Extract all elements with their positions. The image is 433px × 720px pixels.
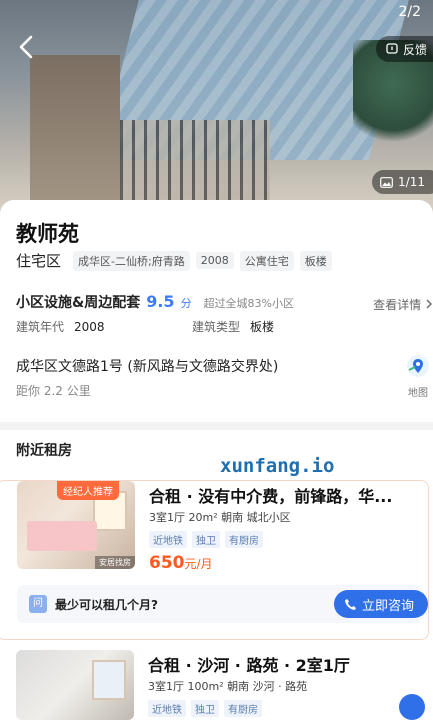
community-address: 成华区文德路1号 (新风路与文德路交界处): [16, 359, 279, 375]
listing-tag: 独卫: [191, 700, 219, 717]
photo-pillar: [30, 55, 120, 215]
page-title: 教师苑: [16, 222, 79, 246]
community-type: 住宅区: [16, 252, 62, 270]
community-tag: 板楼: [299, 250, 332, 271]
build-year-value: 2008: [74, 320, 105, 334]
listing-card[interactable]: 经纪人推荐 安居找房 合租 · 没有中介费，前锋路，华... 3室1厅 20m²…: [0, 480, 429, 640]
consult-label: 立即咨询: [361, 598, 414, 614]
community-tag: 公寓住宅: [239, 250, 294, 271]
section-divider: [0, 422, 433, 430]
chevron-left-icon: [19, 35, 33, 59]
listing-title[interactable]: 合租 · 没有中介费，前锋路，华...: [149, 483, 429, 507]
listing-specs: 3室1厅 20m² 朝南 城北小区: [149, 511, 291, 524]
map-label: 地图: [408, 388, 428, 399]
back-button[interactable]: [12, 32, 42, 62]
listing-tag: 有厨房: [225, 531, 263, 548]
view-details-label: 查看详情: [373, 298, 422, 312]
build-type-label: 建筑类型: [192, 320, 241, 334]
listing-tag: 独卫: [192, 531, 220, 548]
listing-tags: 近地铁 独卫 有厨房: [149, 531, 263, 548]
facility-score-unit: 分: [180, 297, 192, 310]
community-meta: 住宅区 成华区-二仙桥;府青路 2008 公寓住宅 板楼: [16, 250, 332, 271]
map-pin-icon: [407, 355, 429, 377]
facility-label: 小区设施&周边配套: [16, 295, 141, 311]
photo-count-label: 1/11: [398, 175, 425, 189]
listing-tag: 近地铁: [148, 700, 186, 717]
view-details-link[interactable]: 查看详情: [373, 296, 433, 313]
image-icon: [380, 176, 393, 188]
listing-title[interactable]: 合租 · 沙河 · 路苑 · 2室1厅: [148, 652, 428, 676]
photo-gallery-button[interactable]: 1/11: [372, 170, 433, 194]
build-type-value: 板楼: [250, 320, 275, 334]
community-tag: 成华区-二仙桥;府青路: [73, 250, 190, 271]
map-button[interactable]: 地图: [403, 354, 433, 399]
feedback-button[interactable]: 反馈: [375, 36, 433, 62]
price-unit: 元/月: [184, 557, 213, 571]
photo-source-tag: 安居找房: [95, 556, 135, 569]
community-card: 教师苑 住宅区 成华区-二仙桥;府青路 2008 公寓住宅 板楼 小区设施&周边…: [0, 200, 433, 720]
price-value: 650: [149, 553, 185, 573]
listing-tag: 有厨房: [224, 700, 262, 717]
photo-window: [92, 660, 126, 700]
listing-tags: 近地铁 独卫 有厨房: [148, 700, 262, 717]
community-tag: 2008: [195, 252, 234, 269]
chevron-right-icon: [426, 299, 432, 309]
community-photo[interactable]: 2/2 反馈 1/11: [0, 0, 433, 215]
quick-question[interactable]: 问 最少可以租几个月? 立即咨询: [17, 585, 428, 623]
community-distance: 距你 2.2 公里: [16, 384, 91, 398]
phone-icon: [344, 598, 356, 610]
listing-tag: 近地铁: [149, 531, 187, 548]
listing-specs: 3室1厅 100m² 朝南 沙河 · 路苑: [148, 680, 308, 693]
agent-recommend-badge: 经纪人推荐: [57, 481, 119, 500]
question-icon: 问: [29, 595, 47, 613]
site-watermark: xunfang.io: [220, 455, 335, 477]
photo-bed: [27, 521, 97, 551]
feedback-label: 反馈: [402, 42, 427, 57]
listing-price: 650元/月: [149, 553, 213, 573]
nearby-rentals-title: 附近租房: [16, 443, 72, 459]
listing-photo[interactable]: 经纪人推荐 安居找房: [17, 481, 135, 569]
build-year-row: 建筑年代 2008: [16, 318, 105, 335]
facility-section[interactable]: 小区设施&周边配套 9.5 分 超过全城83%小区 查看详情: [16, 292, 433, 312]
consult-button[interactable]: 立即咨询: [333, 590, 428, 618]
listing-card[interactable]: 合租 · 沙河 · 路苑 · 2室1厅 3室1厅 100m² 朝南 沙河 · 路…: [0, 650, 433, 720]
build-year-label: 建筑年代: [16, 320, 65, 334]
question-text: 最少可以租几个月?: [55, 598, 158, 612]
facility-score: 9.5: [146, 292, 175, 311]
build-type-row: 建筑类型 板楼: [192, 318, 274, 335]
feedback-icon: [386, 43, 398, 54]
facility-note: 超过全城83%小区: [203, 297, 295, 310]
page-indicator: 2/2: [398, 4, 421, 20]
phone-button[interactable]: [399, 694, 425, 720]
listing-photo[interactable]: [16, 650, 134, 720]
